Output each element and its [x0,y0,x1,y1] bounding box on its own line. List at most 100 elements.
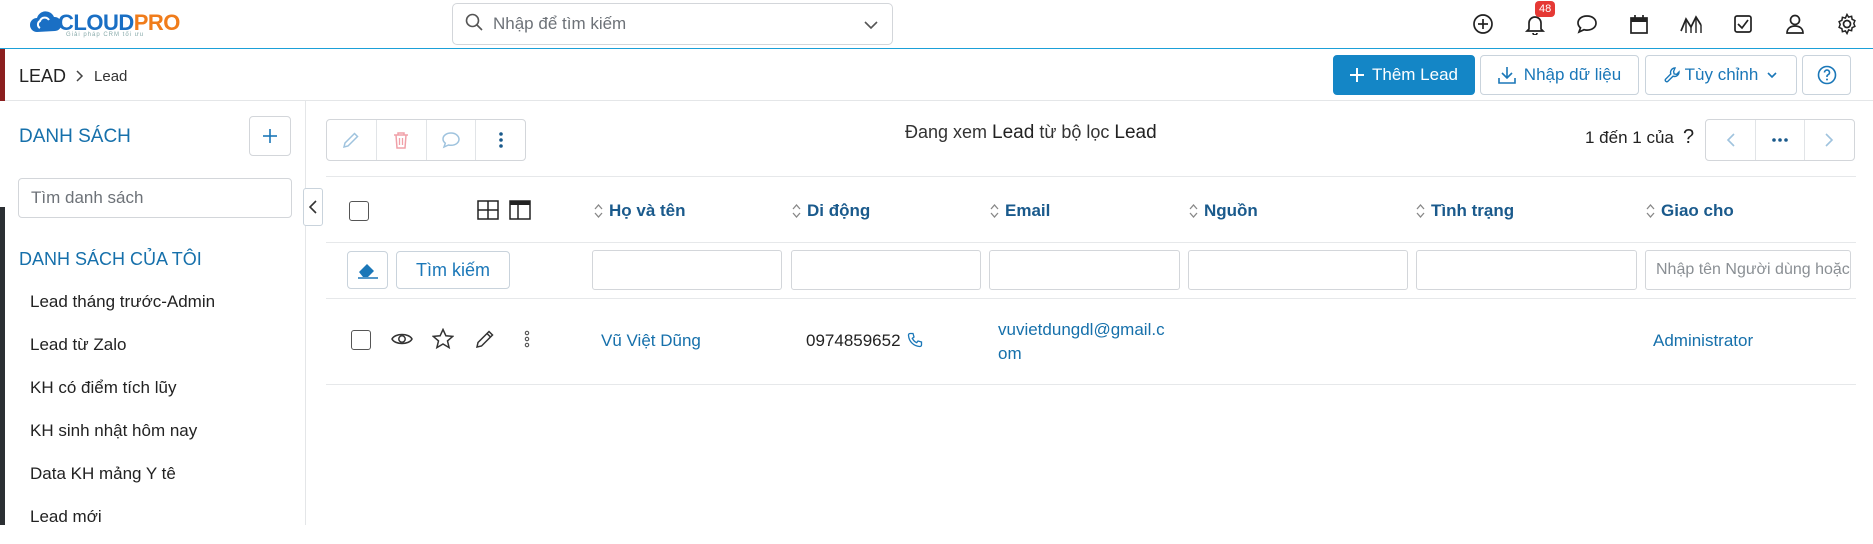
add-lead-label: Thêm Lead [1372,65,1458,84]
my-lists: Lead tháng trước-Admin Lead từ Zalo KH c… [30,286,215,544]
filter-source-input[interactable] [1188,250,1408,290]
columns-icon[interactable] [509,200,531,225]
chevron-left-icon [309,200,317,214]
breadcrumb-page[interactable]: Lead [94,68,127,85]
next-page-button[interactable] [1805,120,1854,160]
cloud-logo-icon [28,8,62,38]
import-label: Nhập dữ liệu [1523,65,1622,84]
more-horizontal-icon [1772,138,1788,142]
pager-text: 1 đến 1 của [1585,128,1674,147]
sort-icon [1189,204,1198,218]
chat-icon[interactable] [1561,0,1613,48]
pager-nav [1705,119,1855,161]
filter-name-input[interactable] [592,250,782,290]
mass-action-group [326,119,526,161]
sort-icon [1416,204,1425,218]
sort-icon [990,204,999,218]
column-header-email[interactable]: Email [990,201,1050,221]
app-logo[interactable]: CLOUDPRO Giải pháp CRM tối ưu [28,6,180,40]
my-lists-title: DANH SÁCH CỦA TÔI [19,249,202,269]
top-toolbar: 48 [1457,0,1873,48]
column-header-assignee[interactable]: Giao cho [1646,201,1734,221]
edit-button[interactable] [327,120,377,160]
row-name-link[interactable]: Vũ Việt Dũng [601,331,701,351]
chart-icon[interactable] [1665,0,1717,48]
chevron-down-icon[interactable] [862,16,880,39]
top-navbar: CLOUDPRO Giải pháp CRM tối ưu 48 [0,0,1873,49]
sidebar-item-list[interactable]: Lead từ Zalo [30,329,215,372]
breadcrumb-module[interactable]: LEAD [19,66,66,87]
filter-search-button[interactable]: Tìm kiếm [396,251,510,289]
delete-button[interactable] [377,120,427,160]
sidebar-title: DANH SÁCH [19,126,131,147]
calendar-icon[interactable] [1613,0,1665,48]
comment-button[interactable] [427,120,477,160]
table-grid-icon[interactable] [477,200,499,225]
sort-icon [594,204,603,218]
chevron-right-icon [76,69,84,85]
row-assignee-link[interactable]: Administrator [1653,331,1753,351]
download-icon [1497,67,1516,84]
plus-circle-icon[interactable] [1457,0,1509,48]
more-actions-button[interactable] [476,120,525,160]
select-all-checkbox[interactable] [349,201,369,221]
divider [326,298,1856,299]
help-button[interactable] [1802,55,1851,95]
viewing-filter-text: Đang xem Lead từ bộ lọc Lead [905,122,1157,143]
chevron-right-icon [1825,133,1834,147]
wrench-icon [1664,66,1680,82]
pencil-icon [343,132,359,149]
more-vertical-icon[interactable] [524,328,530,355]
eye-icon[interactable] [391,328,413,355]
divider [326,384,1856,385]
global-search[interactable] [452,3,893,45]
global-search-input[interactable] [493,14,853,34]
filter-status-input[interactable] [1416,250,1637,290]
add-lead-button[interactable]: Thêm Lead [1333,55,1475,95]
customize-label: Tùy chỉnh [1684,65,1759,84]
row-email-link[interactable]: vuvietdungdl@gmail.c om [998,318,1165,366]
divider [326,176,1856,177]
collapse-sidebar-button[interactable] [303,188,323,226]
column-header-source[interactable]: Nguồn [1189,201,1258,221]
chevron-down-icon [1767,72,1777,79]
bell-icon[interactable]: 48 [1509,0,1561,48]
column-header-status[interactable]: Tình trạng [1416,201,1514,221]
customize-button[interactable]: Tùy chỉnh [1645,55,1797,95]
gear-icon[interactable] [1821,0,1873,48]
filter-mobile-input[interactable] [791,250,981,290]
column-header-mobile[interactable]: Di động [792,201,870,221]
comment-icon [442,132,460,149]
phone-icon[interactable] [907,332,923,348]
column-header-name[interactable]: Họ và tên [594,201,686,221]
brand-tagline: Giải pháp CRM tối ưu [66,32,145,38]
sidebar-item-list[interactable]: KH có điểm tích lũy [30,372,215,415]
prev-page-button[interactable] [1706,120,1756,160]
clear-filter-button[interactable] [347,251,388,289]
user-icon[interactable] [1769,0,1821,48]
edge-strip-dark [0,207,5,525]
pager-total-button[interactable]: ? [1683,126,1694,149]
sidebar-item-list[interactable]: Lead tháng trước-Admin [30,286,215,329]
sidebar-item-list[interactable]: Data KH mảng Y tê [30,458,215,501]
page-jump-button[interactable] [1756,120,1806,160]
pencil-icon[interactable] [474,328,496,355]
add-list-button[interactable] [249,116,291,156]
sort-icon [792,204,801,218]
sidebar-item-list[interactable]: KH sinh nhật hôm nay [30,415,215,458]
row-mobile-value: 0974859652 [806,331,901,350]
eraser-icon [357,264,378,279]
checkbox-icon[interactable] [1717,0,1769,48]
import-button[interactable]: Nhập dữ liệu [1480,55,1639,95]
list-search-input[interactable] [18,178,292,218]
breadcrumb: LEAD Lead [19,66,127,87]
star-icon[interactable] [431,327,455,355]
sidebar-item-list[interactable]: Lead mới [30,501,215,544]
filter-assignee-input[interactable] [1645,250,1851,290]
filter-email-input[interactable] [989,250,1180,290]
notification-badge: 48 [1535,1,1556,17]
edge-strip [0,49,5,101]
plus-icon [1350,68,1364,82]
more-vertical-icon [498,132,503,148]
row-select-checkbox[interactable] [351,330,371,350]
